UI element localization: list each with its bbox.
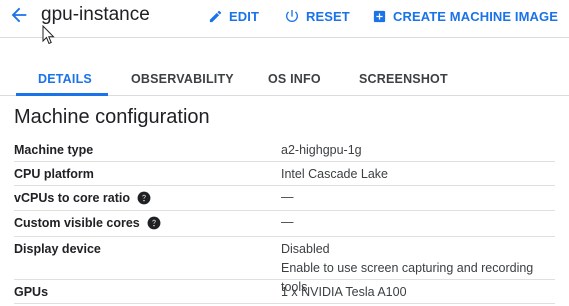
section-title: Machine configuration (14, 106, 210, 128)
reset-button-label: RESET (306, 8, 350, 24)
row-label-text: vCPUs to core ratio (14, 191, 131, 205)
row-label-text: Display device (14, 242, 101, 256)
row-label-text: Machine type (14, 143, 94, 157)
reset-button[interactable]: RESET (284, 6, 350, 26)
tab-details[interactable]: DETAILS (38, 72, 92, 86)
row-value: — (281, 190, 294, 204)
add-box-icon (373, 10, 386, 22)
config-row-cpu-platform: CPU platform Intel Cascade Lake (14, 162, 555, 186)
row-value: Disabled (281, 242, 330, 256)
row-label-text: GPUs (14, 285, 49, 299)
row-label: Custom visible cores (14, 216, 161, 230)
row-label: vCPUs to core ratio (14, 191, 151, 205)
page-title: gpu-instance (41, 4, 150, 25)
active-tab-indicator (16, 93, 108, 96)
tab-screenshot[interactable]: SCREENSHOT (359, 72, 448, 86)
row-value: a2-highgpu-1g (281, 143, 362, 157)
pencil-icon (209, 10, 222, 22)
config-row-custom-visible-cores: Custom visible cores — (14, 211, 555, 237)
page-header: gpu-instance EDIT RESET CREATE MACHINE I… (0, 0, 569, 45)
back-button[interactable] (8, 4, 30, 26)
row-value: — (281, 215, 294, 229)
row-label: CPU platform (14, 167, 94, 181)
help-icon[interactable] (137, 191, 151, 205)
config-row-gpus: GPUs 1 x NVIDIA Tesla A100 (14, 280, 555, 304)
config-row-display-device: Display device Disabled Enable to use sc… (14, 237, 555, 294)
tab-bar: DETAILS OBSERVABILITY OS INFO SCREENSHOT (0, 60, 569, 96)
config-row-machine-type: Machine type a2-highgpu-1g (14, 138, 555, 162)
row-label-text: Custom visible cores (14, 216, 140, 230)
help-icon[interactable] (147, 216, 161, 230)
row-label: GPUs (14, 285, 48, 299)
create-machine-image-button[interactable]: CREATE MACHINE IMAGE (372, 6, 558, 26)
row-label: Display device (14, 242, 101, 256)
row-value: 1 x NVIDIA Tesla A100 (281, 285, 407, 299)
config-row-vcpus-core-ratio: vCPUs to core ratio — (14, 186, 555, 211)
create-machine-image-label: CREATE MACHINE IMAGE (393, 8, 558, 24)
tab-observability[interactable]: OBSERVABILITY (131, 72, 234, 86)
arrow-back-icon (11, 7, 27, 23)
tab-os-info[interactable]: OS INFO (268, 72, 321, 86)
edit-button-label: EDIT (229, 8, 260, 24)
row-value: Intel Cascade Lake (281, 167, 389, 181)
row-label: Machine type (14, 143, 93, 157)
row-label-text: CPU platform (14, 167, 94, 181)
mouse-pointer-icon (42, 25, 55, 45)
edit-button[interactable]: EDIT (208, 6, 259, 26)
power-icon (286, 10, 298, 22)
